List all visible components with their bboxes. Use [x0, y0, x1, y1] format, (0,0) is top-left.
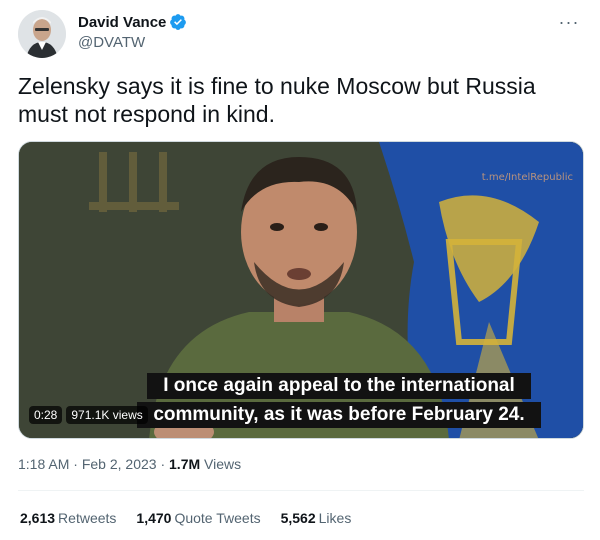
video-duration: 0:28: [29, 406, 63, 424]
video-subtitles: I once again appeal to the international…: [89, 373, 583, 431]
likes-stat[interactable]: 5,562 Likes: [281, 510, 352, 526]
tweet-header: David Vance @DVATW ···: [18, 10, 584, 58]
quote-tweets-stat[interactable]: 1,470 Quote Tweets: [136, 510, 260, 526]
more-dots-icon[interactable]: ···: [554, 10, 584, 34]
retweets-count: 2,613: [20, 510, 56, 526]
display-name[interactable]: David Vance: [78, 14, 166, 31]
divider: [18, 490, 584, 491]
tweet-time[interactable]: 1:18 AM: [18, 456, 69, 472]
retweets-label: Retweets: [58, 510, 117, 526]
quotes-label: Quote Tweets: [174, 510, 261, 526]
views-count: 1.7M: [169, 456, 201, 472]
video-player[interactable]: t.me/IntelRepublic I once again appeal t…: [18, 141, 584, 439]
likes-label: Likes: [318, 510, 352, 526]
verified-badge-icon: [170, 14, 187, 30]
tweet-text: Zelensky says it is fine to nuke Moscow …: [18, 73, 536, 127]
meta-separator-2: ·: [160, 456, 166, 472]
video-views-chip: 971.1K views: [66, 406, 148, 424]
views-label: Views: [204, 456, 242, 472]
retweets-stat[interactable]: 2,613 Retweets: [20, 510, 116, 526]
subtitle-line-2: community, as it was before February 24.: [137, 402, 541, 428]
tweet-date[interactable]: Feb 2, 2023: [82, 456, 157, 472]
author-handle[interactable]: @DVATW: [78, 34, 145, 51]
video-watermark: t.me/IntelRepublic: [481, 172, 573, 183]
quotes-count: 1,470: [136, 510, 172, 526]
likes-count: 5,562: [280, 510, 316, 526]
subtitle-line-1: I once again appeal to the international: [147, 373, 531, 399]
avatar[interactable]: [18, 10, 66, 58]
video-info: 0:28 971.1K views: [29, 406, 148, 424]
name-row: David Vance: [78, 13, 187, 31]
tweet-card: David Vance @DVATW ··· Zelensky says it …: [0, 0, 600, 540]
meta-separator: ·: [73, 456, 78, 472]
tweet-meta: 1:18 AM · Feb 2, 2023 · 1.7M Views: [18, 456, 241, 472]
tweet-stats: 2,613 Retweets 1,470 Quote Tweets 5,562 Lik…: [20, 510, 351, 526]
